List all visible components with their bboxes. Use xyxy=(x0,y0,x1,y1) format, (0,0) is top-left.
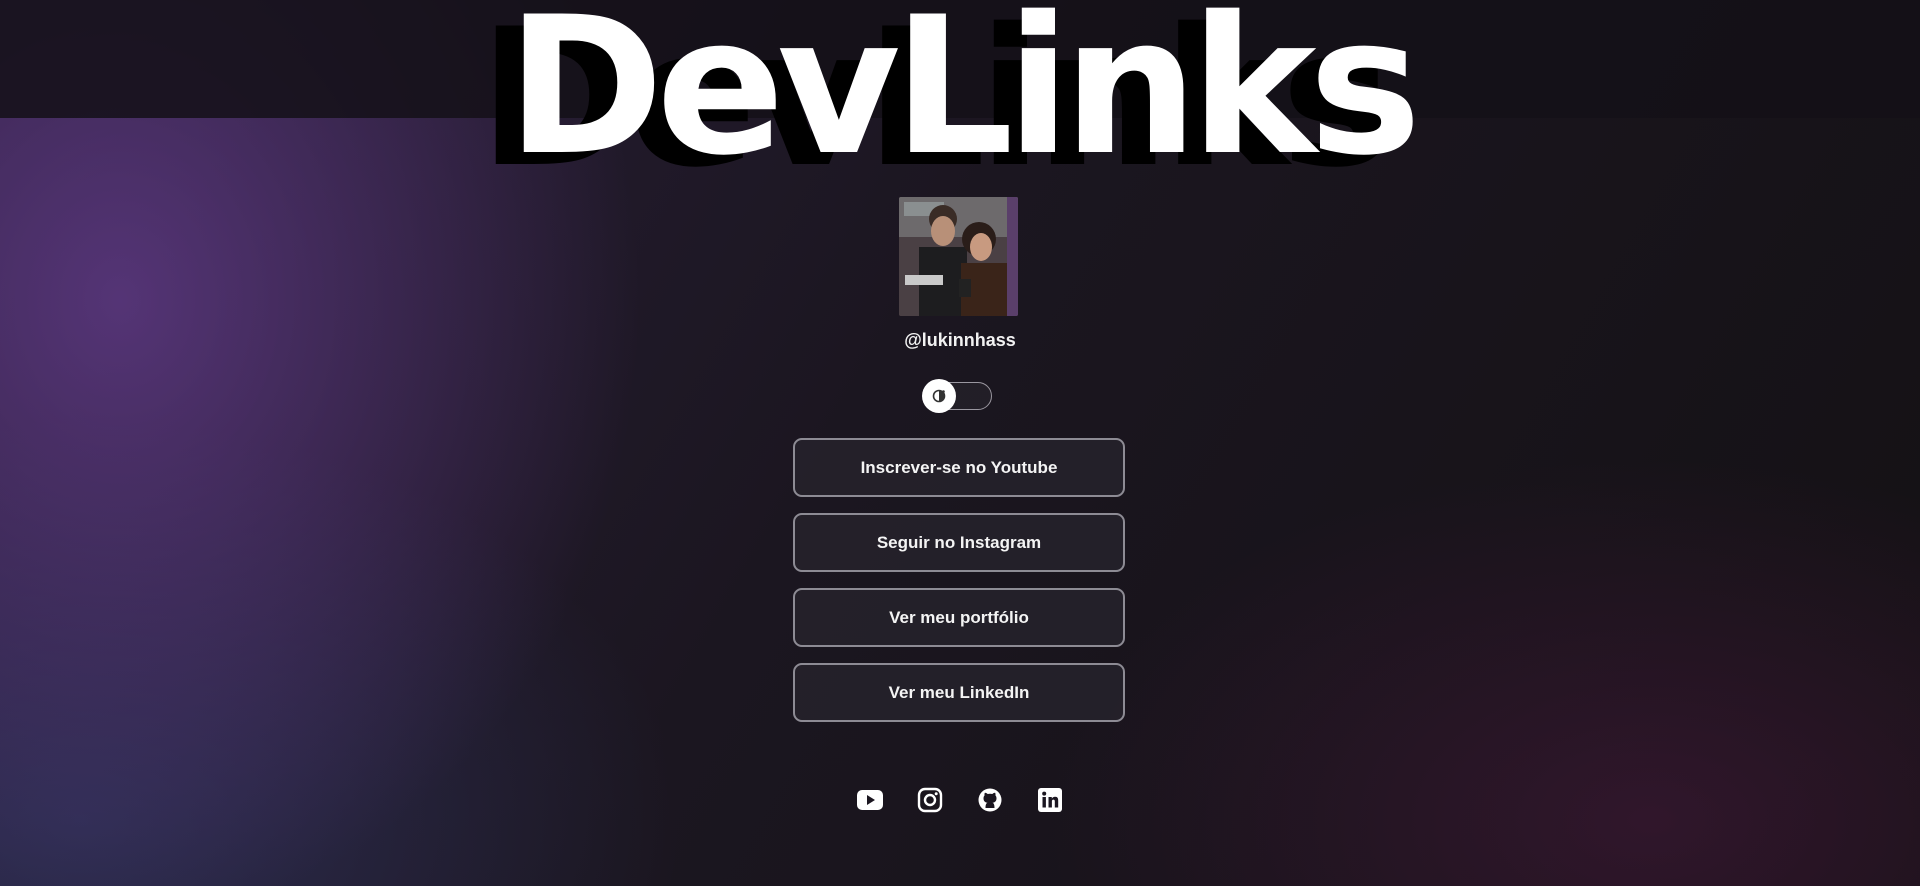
toggle-knob[interactable] xyxy=(922,379,956,413)
profile-handle: @lukinnhass xyxy=(904,330,1016,350)
linkedin-icon[interactable] xyxy=(1036,786,1064,814)
link-list: Inscrever-se no Youtube Seguir no Instag… xyxy=(793,438,1125,738)
portfolio-link-button[interactable]: Ver meu portfólio xyxy=(793,588,1125,647)
instagram-icon[interactable] xyxy=(916,786,944,814)
github-icon[interactable] xyxy=(976,786,1004,814)
youtube-link-button[interactable]: Inscrever-se no Youtube xyxy=(793,438,1125,497)
avatar-image xyxy=(899,197,1018,316)
instagram-link-button[interactable]: Seguir no Instagram xyxy=(793,513,1125,572)
brand-title-text: DevLinks xyxy=(506,0,1421,197)
linkedin-link-button[interactable]: Ver meu LinkedIn xyxy=(793,663,1125,722)
theme-switch-icon xyxy=(932,389,946,403)
youtube-icon[interactable] xyxy=(856,786,884,814)
theme-toggle-switch[interactable] xyxy=(922,379,992,413)
avatar xyxy=(899,197,1018,316)
brand-title: DevLinks DevLinks xyxy=(0,0,1920,197)
social-icons-bar xyxy=(0,786,1920,814)
